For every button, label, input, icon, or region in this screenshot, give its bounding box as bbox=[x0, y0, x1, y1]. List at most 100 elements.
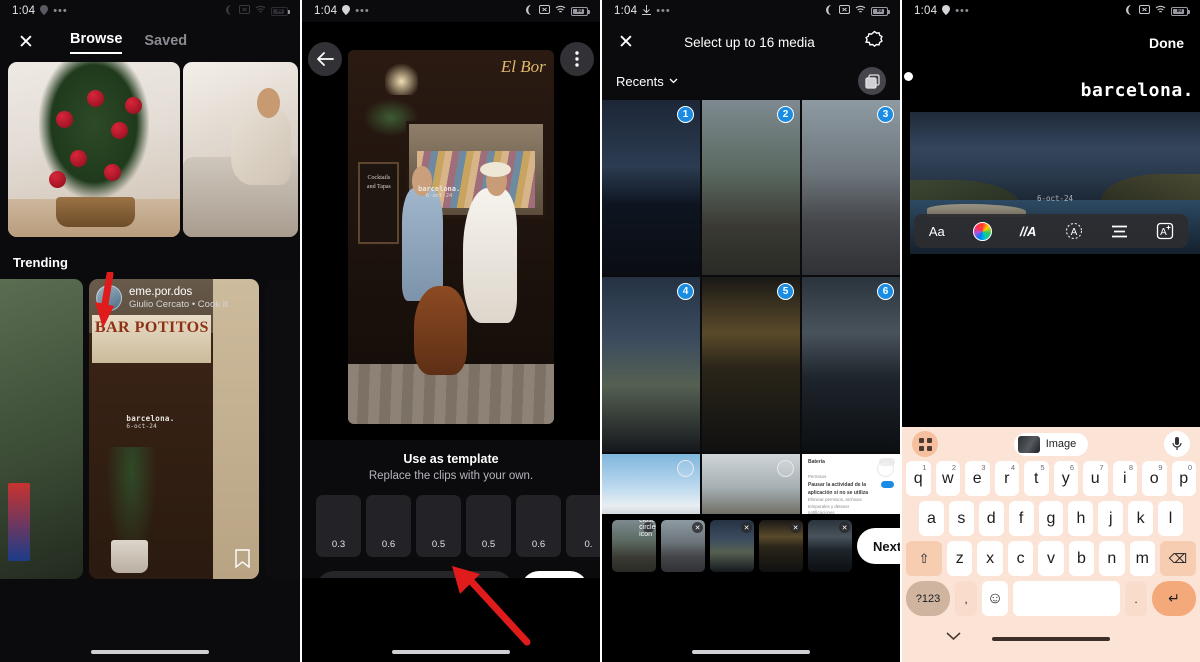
selection-badge[interactable]: 5 bbox=[777, 283, 794, 300]
selection-badge[interactable] bbox=[777, 460, 794, 477]
key-j[interactable]: j bbox=[1098, 501, 1124, 536]
text-effects-icon[interactable]: //A bbox=[1013, 218, 1043, 244]
bookmark-icon[interactable] bbox=[235, 549, 250, 569]
key-e[interactable]: e3 bbox=[965, 461, 990, 496]
panel3-next-button[interactable]: Next bbox=[857, 528, 900, 564]
tray-thumb[interactable]: ✕ bbox=[710, 520, 754, 572]
space-key[interactable] bbox=[1013, 581, 1120, 616]
close-icon[interactable]: ✕ bbox=[18, 31, 52, 54]
clip-slot[interactable]: 0.5 bbox=[466, 495, 511, 557]
trending-card-partial[interactable] bbox=[0, 279, 83, 579]
clip-slot[interactable]: 0.3 bbox=[316, 495, 361, 557]
close-circle-icon[interactable]: close-circle-icon bbox=[639, 520, 656, 538]
media-cell[interactable]: 3 bbox=[802, 100, 900, 275]
panel4-text-overlay[interactable]: barcelona. bbox=[1081, 80, 1194, 101]
close-icon[interactable]: ✕ bbox=[618, 31, 634, 54]
clipboard-suggestion[interactable]: Image bbox=[1013, 432, 1089, 456]
key-q[interactable]: q1 bbox=[906, 461, 931, 496]
emoji-key[interactable]: ☺ bbox=[982, 581, 1008, 616]
key-r[interactable]: r4 bbox=[994, 461, 1019, 496]
more-vertical-icon[interactable] bbox=[560, 42, 594, 76]
clip-slot[interactable]: 0. bbox=[566, 495, 600, 557]
svg-text:A: A bbox=[1070, 227, 1077, 238]
key-v[interactable]: v bbox=[1038, 541, 1064, 576]
media-cell[interactable]: 6 bbox=[802, 277, 900, 452]
symbols-key[interactable]: ?123 bbox=[906, 581, 950, 616]
close-circle-icon[interactable]: ✕ bbox=[741, 522, 752, 533]
clip-slot[interactable]: 0.5 bbox=[416, 495, 461, 557]
key-a[interactable]: a bbox=[919, 501, 944, 536]
status-time: 1:04 bbox=[12, 5, 36, 17]
panel1-trending-card[interactable]: BAR POTITOS barcelona. 6-oct-24 eme.por.… bbox=[89, 279, 259, 579]
trending-row: BAR POTITOS barcelona. 6-oct-24 eme.por.… bbox=[0, 279, 300, 579]
selection-badge[interactable]: 3 bbox=[877, 106, 894, 123]
tab-browse[interactable]: Browse bbox=[70, 31, 123, 54]
animation-icon[interactable]: A bbox=[1059, 218, 1089, 244]
text-align-icon[interactable] bbox=[1104, 218, 1134, 244]
add-text-icon[interactable]: A bbox=[1150, 218, 1180, 244]
selection-badge[interactable]: 2 bbox=[777, 106, 794, 123]
selection-badge[interactable]: 4 bbox=[677, 283, 694, 300]
media-cell[interactable]: 1 bbox=[602, 100, 700, 275]
key-y[interactable]: y6 bbox=[1053, 461, 1078, 496]
key-t[interactable]: t5 bbox=[1024, 461, 1049, 496]
clip-slot[interactable]: 0.6 bbox=[366, 495, 411, 557]
key-s[interactable]: s bbox=[948, 501, 974, 536]
album-selector[interactable]: Recents bbox=[616, 74, 678, 89]
selection-badge[interactable] bbox=[677, 460, 694, 477]
tab-saved[interactable]: Saved bbox=[144, 33, 187, 54]
battery-icon: 80 bbox=[271, 6, 290, 16]
color-wheel-icon[interactable] bbox=[967, 218, 997, 244]
key-m[interactable]: m bbox=[1129, 541, 1155, 576]
tray-thumb[interactable]: ✕ bbox=[661, 520, 705, 572]
template-card-christmas[interactable] bbox=[8, 62, 180, 237]
done-button[interactable]: Done bbox=[1149, 35, 1184, 51]
key-f[interactable]: f bbox=[1008, 501, 1034, 536]
microphone-icon[interactable] bbox=[1163, 431, 1190, 457]
key-x[interactable]: x bbox=[977, 541, 1003, 576]
editor-canvas[interactable]: barcelona. 6-oct-24 Aa //A A A bbox=[902, 64, 1200, 254]
shift-key[interactable]: ⇧ bbox=[906, 541, 943, 576]
key-i[interactable]: i8 bbox=[1112, 461, 1137, 496]
key-k[interactable]: k bbox=[1128, 501, 1154, 536]
close-circle-icon[interactable]: ✕ bbox=[839, 522, 850, 533]
gear-icon[interactable] bbox=[865, 30, 884, 54]
key-p[interactable]: p0 bbox=[1171, 461, 1196, 496]
key-c[interactable]: c bbox=[1007, 541, 1034, 576]
media-cell[interactable]: 5 bbox=[702, 277, 800, 452]
key-l[interactable]: l bbox=[1158, 501, 1184, 536]
key-d[interactable]: d bbox=[978, 501, 1004, 536]
media-cell[interactable]: 4 bbox=[602, 277, 700, 452]
template-video[interactable]: El Bor Cocktails and Tapas barcelona. 6-… bbox=[348, 50, 554, 424]
key-n[interactable]: n bbox=[1099, 541, 1125, 576]
selection-badge[interactable]: 6 bbox=[877, 283, 894, 300]
key-z[interactable]: z bbox=[947, 541, 973, 576]
backspace-key[interactable]: ⌫ bbox=[1159, 541, 1196, 576]
clip-slot[interactable]: 0.6 bbox=[516, 495, 561, 557]
key-w[interactable]: w2 bbox=[935, 461, 960, 496]
apps-grid-icon[interactable] bbox=[912, 431, 938, 457]
trending-card-next[interactable]: The 20 bbox=[265, 279, 300, 579]
tray-thumb[interactable]: close-circle-icon bbox=[612, 520, 656, 572]
tray-thumb[interactable]: ✕ bbox=[759, 520, 803, 572]
chevron-down-icon[interactable] bbox=[946, 628, 961, 643]
selection-badge[interactable] bbox=[877, 460, 894, 477]
close-circle-icon[interactable]: ✕ bbox=[692, 522, 703, 533]
key-u[interactable]: u7 bbox=[1083, 461, 1108, 496]
enter-key[interactable]: ↵ bbox=[1152, 581, 1196, 616]
resize-handle[interactable] bbox=[904, 72, 913, 81]
period-key[interactable]: . bbox=[1125, 581, 1147, 616]
key-o[interactable]: o9 bbox=[1142, 461, 1167, 496]
key-h[interactable]: h bbox=[1068, 501, 1094, 536]
selection-badge[interactable]: 1 bbox=[677, 106, 694, 123]
comma-key[interactable]: , bbox=[955, 581, 977, 616]
multi-select-toggle[interactable] bbox=[858, 67, 886, 95]
back-button[interactable] bbox=[308, 42, 342, 76]
template-card-sofa[interactable] bbox=[183, 62, 298, 237]
key-b[interactable]: b bbox=[1068, 541, 1095, 576]
media-cell[interactable]: 2 bbox=[702, 100, 800, 275]
tray-thumb[interactable]: ✕ bbox=[808, 520, 852, 572]
font-style-icon[interactable]: Aa bbox=[922, 218, 952, 244]
key-g[interactable]: g bbox=[1038, 501, 1064, 536]
close-circle-icon[interactable]: ✕ bbox=[790, 522, 801, 533]
